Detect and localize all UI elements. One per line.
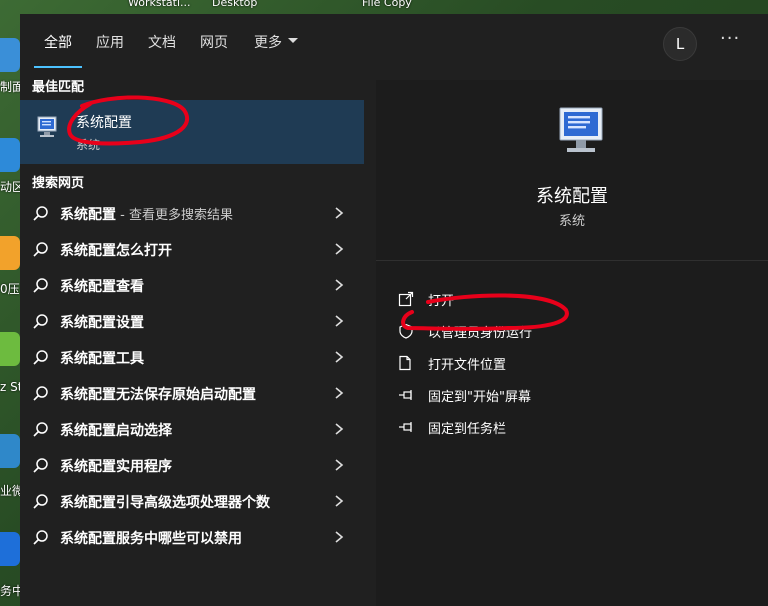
folder-icon bbox=[399, 355, 411, 371]
web-result-label: 系统配置设置 bbox=[60, 315, 144, 331]
tab-more[interactable]: 更多 bbox=[254, 32, 282, 52]
desktop-shortcut-icon[interactable] bbox=[0, 38, 20, 72]
divider bbox=[376, 260, 768, 261]
search-icon bbox=[33, 242, 48, 257]
web-result-label: 系统配置启动选择 bbox=[60, 423, 172, 439]
best-match-heading: 最佳匹配 bbox=[32, 80, 85, 95]
web-result-item[interactable]: 系统配置启动选择 bbox=[20, 412, 364, 448]
action-run-as-admin[interactable]: 以管理员身份运行 bbox=[396, 318, 696, 344]
action-label: 固定到任务栏 bbox=[428, 422, 507, 437]
detail-app-name: 系统配置 bbox=[536, 186, 608, 207]
web-result-label: 系统配置无法保存原始启动配置 bbox=[60, 387, 256, 403]
search-icon bbox=[33, 494, 48, 509]
chevron-right-icon[interactable] bbox=[332, 422, 346, 436]
action-label: 以管理员身份运行 bbox=[428, 326, 533, 341]
search-icon bbox=[33, 206, 48, 221]
web-search-heading: 搜索网页 bbox=[32, 176, 85, 191]
action-open-file-location[interactable]: 打开文件位置 bbox=[396, 350, 696, 376]
action-label: 打开 bbox=[428, 294, 455, 309]
action-label: 打开文件位置 bbox=[428, 358, 507, 373]
detail-app-type: 系统 bbox=[558, 214, 585, 229]
chevron-right-icon[interactable] bbox=[332, 458, 346, 472]
action-open[interactable]: 打开 bbox=[396, 286, 696, 312]
search-icon bbox=[33, 422, 48, 437]
search-panel: 全部 应用 文档 网页 更多 L ··· 最佳匹配 系统配置 系统 搜索网页 系… bbox=[20, 14, 768, 606]
search-icon bbox=[33, 314, 48, 329]
web-result-item[interactable]: 系统配置设置 bbox=[20, 304, 364, 340]
chevron-right-icon[interactable] bbox=[332, 278, 346, 292]
desktop-file-label[interactable]: File Copy bbox=[362, 0, 412, 9]
tab-apps[interactable]: 应用 bbox=[96, 32, 124, 52]
open-icon bbox=[398, 291, 414, 307]
search-icon bbox=[33, 458, 48, 473]
web-result-label: 系统配置实用程序 bbox=[60, 459, 172, 475]
web-result-item[interactable]: 系统配置查看 bbox=[20, 268, 364, 304]
search-icon bbox=[33, 386, 48, 401]
tab-web[interactable]: 网页 bbox=[200, 32, 228, 52]
web-result-item[interactable]: 系统配置怎么打开 bbox=[20, 232, 364, 268]
chevron-right-icon[interactable] bbox=[332, 242, 346, 256]
pin-icon bbox=[399, 422, 412, 432]
chevron-right-icon[interactable] bbox=[332, 494, 346, 508]
chevron-right-icon[interactable] bbox=[332, 206, 346, 220]
search-icon bbox=[33, 278, 48, 293]
tab-all[interactable]: 全部 bbox=[44, 32, 72, 52]
chevron-down-icon[interactable] bbox=[288, 38, 298, 43]
best-match-type: 系统 bbox=[76, 138, 101, 152]
pin-icon bbox=[399, 390, 412, 400]
search-tab-bar: 全部 应用 文档 网页 更多 L ··· bbox=[20, 14, 768, 68]
action-pin-to-start[interactable]: 固定到"开始"屏幕 bbox=[396, 382, 696, 408]
search-icon bbox=[33, 530, 48, 545]
action-label: 固定到"开始"屏幕 bbox=[428, 390, 531, 405]
web-result-label: 系统配置工具 bbox=[60, 351, 144, 367]
web-result-label: 系统配置服务中哪些可以禁用 bbox=[60, 531, 242, 547]
web-result-label: 系统配置查看 bbox=[60, 279, 144, 295]
web-result-label: 系统配置 - 查看更多搜索结果 bbox=[60, 207, 233, 223]
action-pin-to-taskbar[interactable]: 固定到任务栏 bbox=[396, 414, 696, 440]
web-result-item[interactable]: 系统配置无法保存原始启动配置 bbox=[20, 376, 364, 412]
chevron-right-icon[interactable] bbox=[332, 314, 346, 328]
best-match-item[interactable]: 系统配置 系统 bbox=[20, 100, 364, 164]
account-avatar[interactable]: L bbox=[663, 27, 697, 61]
results-list: 最佳匹配 系统配置 系统 搜索网页 系统配置 - 查看更多搜索结果 系统配置怎么… bbox=[20, 68, 364, 606]
web-result-item[interactable]: 系统配置服务中哪些可以禁用 bbox=[20, 520, 364, 556]
system-config-icon bbox=[559, 107, 603, 152]
web-result-label: 系统配置怎么打开 bbox=[60, 243, 172, 259]
tab-documents[interactable]: 文档 bbox=[148, 32, 176, 52]
system-config-icon bbox=[37, 116, 57, 137]
desktop-shortcut-icon[interactable] bbox=[0, 434, 20, 468]
chevron-right-icon[interactable] bbox=[332, 350, 346, 364]
desktop-file-label[interactable]: Desktop bbox=[212, 0, 257, 9]
best-match-name: 系统配置 bbox=[76, 115, 132, 131]
desktop-file-label[interactable]: Workstati... bbox=[128, 0, 191, 9]
desktop-shortcut-icon[interactable] bbox=[0, 138, 20, 172]
web-result-item[interactable]: 系统配置引导高级选项处理器个数 bbox=[20, 484, 364, 520]
search-icon bbox=[33, 350, 48, 365]
chevron-right-icon[interactable] bbox=[332, 530, 346, 544]
more-options-icon[interactable]: ··· bbox=[720, 28, 740, 49]
web-result-item[interactable]: 系统配置工具 bbox=[20, 340, 364, 376]
shield-icon bbox=[399, 323, 413, 339]
web-result-item[interactable]: 系统配置实用程序 bbox=[20, 448, 364, 484]
desktop-shortcut-icon[interactable] bbox=[0, 236, 20, 270]
desktop-shortcut-icon[interactable] bbox=[0, 532, 20, 566]
web-result-label: 系统配置引导高级选项处理器个数 bbox=[60, 495, 270, 511]
web-result-item[interactable]: 系统配置 - 查看更多搜索结果 bbox=[20, 196, 364, 232]
desktop-shortcut-icon[interactable] bbox=[0, 332, 20, 366]
app-detail-pane: 系统配置 系统 打开 以管理员身份运行 打开文件位置 固定到"开始"屏幕 固定到… bbox=[376, 80, 768, 606]
chevron-right-icon[interactable] bbox=[332, 386, 346, 400]
desktop-shortcut-label[interactable]: 0压 bbox=[0, 280, 20, 297]
